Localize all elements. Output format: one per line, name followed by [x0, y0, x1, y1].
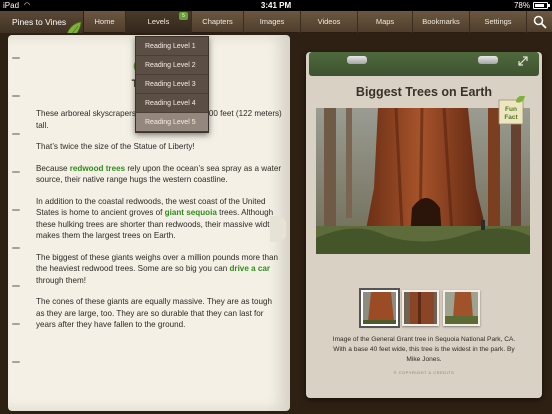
binding-ring [12, 209, 20, 211]
thumbnail-image [445, 292, 478, 324]
nav-home[interactable]: Home [84, 11, 126, 33]
nav-bookmarks[interactable]: Bookmarks [413, 11, 470, 33]
nav-images[interactable]: Images [244, 11, 301, 33]
reading-level-5-option[interactable]: Reading Level 5 [136, 113, 208, 132]
level-badge: 5 [179, 12, 188, 20]
search-button[interactable] [528, 11, 552, 33]
nav-settings-label: Settings [484, 17, 512, 26]
paragraph-text: Because [36, 163, 70, 173]
search-icon [533, 15, 547, 29]
expand-icon[interactable] [517, 55, 529, 67]
battery-percent: 78% [513, 1, 530, 10]
reading-level-1-option[interactable]: Reading Level 1 [136, 37, 208, 56]
glossary-link-drive-a-car[interactable]: drive a car [229, 264, 270, 273]
sequoia-photo[interactable] [316, 108, 530, 254]
chapter-text: These arboreal skyscrapers 400 feet (122… [36, 108, 282, 341]
page-turn-tab[interactable] [270, 216, 286, 242]
fun-fact-badge-line1: Fun [505, 106, 517, 113]
paragraph-text: These arboreal skyscrapers [36, 109, 136, 118]
nav-bookmarks-label: Bookmarks [422, 17, 460, 26]
paragraph: That’s twice the size of the Statue of L… [36, 142, 195, 151]
top-nav-bar: Pines to Vines Home Levels 5 Chapters Im… [0, 11, 552, 42]
nav-maps-label: Maps [375, 17, 395, 26]
card-clip-bar [309, 52, 539, 76]
reading-level-3-option[interactable]: Reading Level 3 [136, 75, 208, 94]
paragraph-text: through them! [36, 275, 86, 285]
thumbnail-image [404, 292, 437, 324]
binding-ring [12, 171, 20, 173]
image-caption: Image of the General Grant tree in Sequo… [332, 336, 516, 363]
nav-settings[interactable]: Settings [470, 11, 527, 33]
copyright-credits-link[interactable]: © COPYRIGHT & CREDITS [306, 370, 542, 375]
status-bar: iPad ◠ 3:41 PM 78% [0, 0, 552, 11]
status-time: 3:41 PM [260, 1, 292, 10]
thumbnail-image [363, 292, 396, 324]
image-thumbnail[interactable] [359, 288, 400, 328]
binding-ring [12, 323, 20, 325]
levels-dropdown: Reading Level 1 Reading Level 2 Reading … [135, 36, 209, 133]
nav-videos-label: Videos [317, 17, 341, 26]
fun-fact-badge: Fun Fact [498, 96, 525, 125]
binder-clip-icon [478, 56, 498, 64]
nav-maps[interactable]: Maps [358, 11, 413, 33]
binder-clip-icon [347, 56, 367, 64]
paragraph: In addition to the coastal redwoods, the… [36, 196, 282, 242]
nav-chapters[interactable]: Chapters [192, 11, 244, 33]
glossary-link-redwood-trees[interactable]: redwood trees [70, 164, 125, 173]
binding-ring [12, 95, 20, 97]
reading-level-4-option[interactable]: Reading Level 4 [136, 94, 208, 113]
paragraph: Because redwood trees rely upon the ocea… [36, 163, 282, 186]
nav-chapters-label: Chapters [202, 17, 233, 26]
paragraph: The cones of these giants are equally ma… [36, 297, 273, 329]
nav-home-label: Home [94, 17, 115, 26]
glossary-link-giant-sequoia[interactable]: giant sequoia [165, 208, 217, 217]
brand-label: Pines to Vines [12, 17, 67, 27]
binding-ring [12, 247, 20, 249]
image-thumbnail[interactable] [402, 290, 439, 326]
paragraph: The biggest of these giants weighs over … [36, 252, 282, 287]
binding-ring [12, 361, 20, 363]
nav-levels-label: Levels [147, 17, 170, 26]
nav-videos[interactable]: Videos [301, 11, 358, 33]
binding-ring [12, 285, 20, 287]
fun-fact-badge-line2: Fact [504, 114, 518, 121]
reading-level-2-option[interactable]: Reading Level 2 [136, 56, 208, 75]
binding-ring [12, 133, 20, 135]
nav-images-label: Images [259, 17, 285, 26]
battery-icon [533, 2, 550, 9]
image-thumbnail[interactable] [443, 290, 480, 326]
nav-levels[interactable]: Levels 5 [126, 11, 192, 33]
